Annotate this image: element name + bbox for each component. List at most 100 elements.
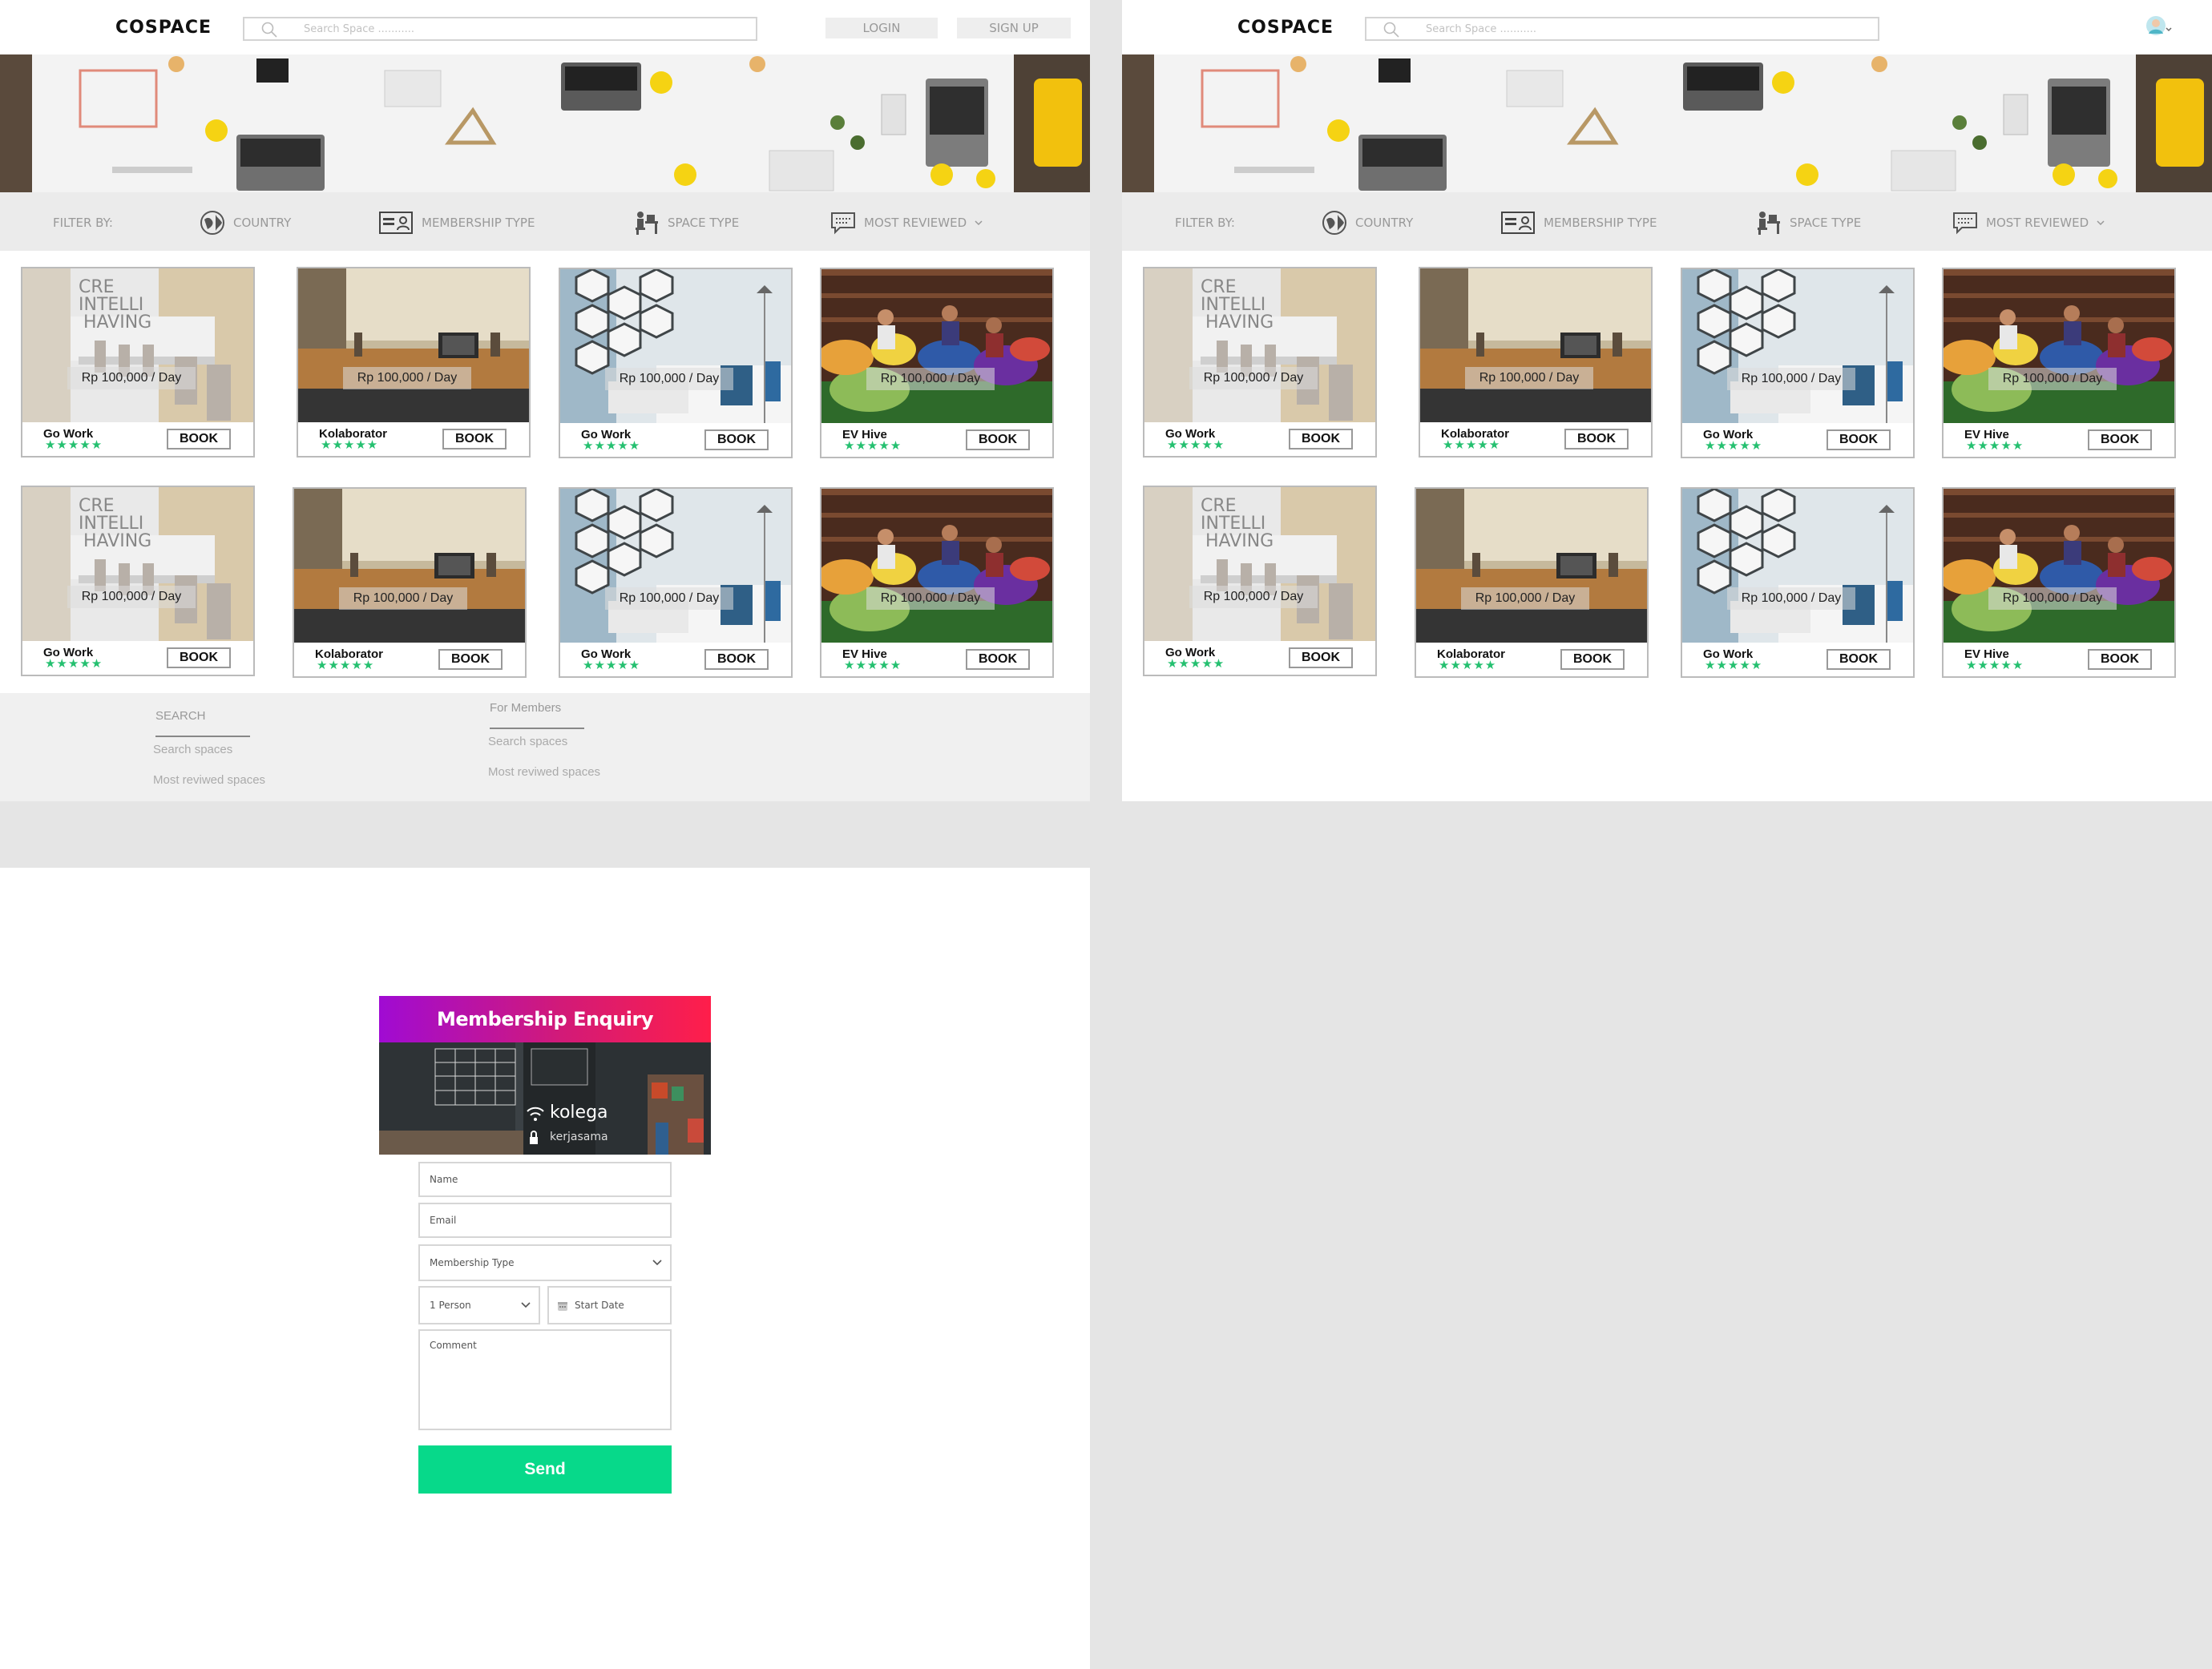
star-rating: ★★★★★ [583,659,641,672]
space-price: Rp 100,000 / Day [1727,368,1855,390]
book-button[interactable]: BOOK [704,429,769,450]
brand-logo[interactable]: COSPACE [115,18,212,38]
space-photo[interactable] [1420,268,1651,422]
space-card[interactable]: CRE INTELLI HAVING Rp 100,000 / Day Go Work ★… [21,267,255,458]
filter-most-reviewed-label: MOST REVIEWED [864,216,967,230]
svg-text:HAVING: HAVING [1205,312,1274,333]
filter-membership[interactable]: MEMBERSHIP TYPE [1500,210,1657,236]
space-photo[interactable]: CRE INTELLI HAVING [1144,268,1375,422]
space-card[interactable]: Rp 100,000 / Day Go Work ★★★★★ BOOK [559,487,793,678]
space-card[interactable]: Rp 100,000 / Day EV Hive ★★★★★ BOOK [820,268,1054,458]
space-card[interactable]: Rp 100,000 / Day Kolaborator ★★★★★ BOOK [297,267,531,458]
book-button[interactable]: BOOK [438,649,503,670]
footer-link-search-spaces[interactable]: Search spaces [153,743,232,756]
book-button[interactable]: BOOK [966,649,1030,670]
space-photo[interactable] [1682,489,1913,643]
filter-membership-label: MEMBERSHIP TYPE [1544,216,1657,230]
space-card[interactable]: CRE INTELLI HAVING Rp 100,000 / Day Go Work ★… [1143,267,1377,458]
footer: SEARCH Search spaces Most reviwed spaces… [0,693,1090,801]
membership-type-select[interactable]: Membership Type [418,1244,672,1281]
star-rating: ★★★★★ [1705,659,1763,672]
page-logged-in: COSPACE Search Space ........... FILTER … [1122,0,2212,801]
filter-country[interactable]: COUNTRY [1322,210,1413,236]
filter-country[interactable]: COUNTRY [200,210,291,236]
name-placeholder: Name [430,1174,458,1185]
space-price: Rp 100,000 / Day [1988,587,2117,610]
filter-space-type[interactable]: SPACE TYPE [632,210,739,236]
page-logged-out: COSPACE Search Space ........... LOGIN S… [0,0,1090,801]
book-button[interactable]: BOOK [167,647,231,668]
space-photo[interactable] [1944,489,2174,643]
header: COSPACE Search Space ........... [1122,0,2212,54]
book-button[interactable]: BOOK [1289,429,1353,450]
space-price: Rp 100,000 / Day [605,587,733,610]
space-card[interactable]: CRE INTELLI HAVING Rp 100,000 / Day Go Work ★… [1143,486,1377,676]
space-card[interactable]: Rp 100,000 / Day Go Work ★★★★★ BOOK [559,268,793,458]
book-button[interactable]: BOOK [704,649,769,670]
book-button[interactable]: BOOK [442,429,507,450]
filter-most-reviewed[interactable]: MOST REVIEWED [830,210,983,236]
brand-logo[interactable]: COSPACE [1237,18,1334,38]
book-button[interactable]: BOOK [1564,429,1629,450]
book-button[interactable]: BOOK [1827,429,1891,450]
space-card[interactable]: Rp 100,000 / Day Kolaborator ★★★★★ BOOK [1419,267,1653,458]
persons-select[interactable]: 1 Person [418,1286,540,1324]
book-button[interactable]: BOOK [1827,649,1891,670]
filter-most-reviewed[interactable]: MOST REVIEWED [1952,210,2105,236]
start-date-field[interactable]: Start Date [547,1286,672,1324]
space-photo[interactable] [821,269,1052,423]
space-price: Rp 100,000 / Day [1461,587,1589,610]
space-photo[interactable] [1416,489,1647,643]
svg-text:HAVING: HAVING [83,312,151,333]
space-photo[interactable] [560,489,791,643]
footer-link-most-reviewed[interactable]: Most reviwed spaces [153,773,265,787]
footer-link-member-search[interactable]: Search spaces [488,735,567,748]
comment-icon [831,212,855,235]
space-card[interactable]: Rp 100,000 / Day EV Hive ★★★★★ BOOK [1942,268,2176,458]
space-photo[interactable] [294,489,525,643]
header: COSPACE Search Space ........... LOGIN S… [0,0,1090,54]
chevron-down-icon [652,1260,662,1266]
space-card[interactable]: Rp 100,000 / Day Kolaborator ★★★★★ BOOK [1415,487,1649,678]
login-button[interactable]: LOGIN [825,18,938,38]
space-photo[interactable]: CRE INTELLI HAVING [22,268,253,422]
book-button[interactable]: BOOK [966,429,1030,450]
book-button[interactable]: BOOK [1560,649,1625,670]
search-input[interactable]: Search Space ........... [1365,17,1879,41]
space-card[interactable]: Rp 100,000 / Day EV Hive ★★★★★ BOOK [820,487,1054,678]
comment-textarea[interactable]: Comment [418,1329,672,1430]
book-button[interactable]: BOOK [167,429,231,450]
name-field[interactable]: Name [418,1162,672,1197]
filter-membership[interactable]: MEMBERSHIP TYPE [378,210,535,236]
space-grid: CRE INTELLI HAVING Rp 100,000 / Day Go Work ★… [0,251,1090,693]
space-photo[interactable] [1944,269,2174,423]
footer-members-title: For Members [490,701,562,715]
space-card[interactable]: Rp 100,000 / Day Kolaborator ★★★★★ BOOK [293,487,527,678]
filter-space-type[interactable]: SPACE TYPE [1754,210,1861,236]
space-photo[interactable] [1682,269,1913,423]
search-placeholder: Search Space ........... [1426,23,1536,35]
star-rating: ★★★★★ [1705,439,1763,453]
space-photo[interactable]: CRE INTELLI HAVING [1144,487,1375,641]
signup-button[interactable]: SIGN UP [957,18,1071,38]
email-field[interactable]: Email [418,1203,672,1238]
book-button[interactable]: BOOK [2088,649,2152,670]
hero-desk-image [1122,54,2212,192]
space-photo[interactable] [298,268,529,422]
footer-link-member-reviewed[interactable]: Most reviwed spaces [488,765,600,779]
space-photo[interactable] [560,269,791,423]
book-button[interactable]: BOOK [1289,647,1353,668]
enquiry-space-photo: kolega kerjasama [379,1042,711,1155]
space-photo[interactable]: CRE INTELLI HAVING [22,487,253,641]
space-card[interactable]: Rp 100,000 / Day Go Work ★★★★★ BOOK [1681,487,1915,678]
send-button[interactable]: Send [418,1445,672,1494]
space-card[interactable]: CRE INTELLI HAVING Rp 100,000 / Day Go Work ★… [21,486,255,676]
space-photo[interactable] [821,489,1052,643]
user-avatar-icon[interactable] [2145,14,2172,42]
book-button[interactable]: BOOK [2088,429,2152,450]
star-rating: ★★★★★ [45,438,103,452]
search-input[interactable]: Search Space ........... [243,17,757,41]
space-card[interactable]: Rp 100,000 / Day EV Hive ★★★★★ BOOK [1942,487,2176,678]
space-card[interactable]: Rp 100,000 / Day Go Work ★★★★★ BOOK [1681,268,1915,458]
space-price: Rp 100,000 / Day [866,587,995,610]
